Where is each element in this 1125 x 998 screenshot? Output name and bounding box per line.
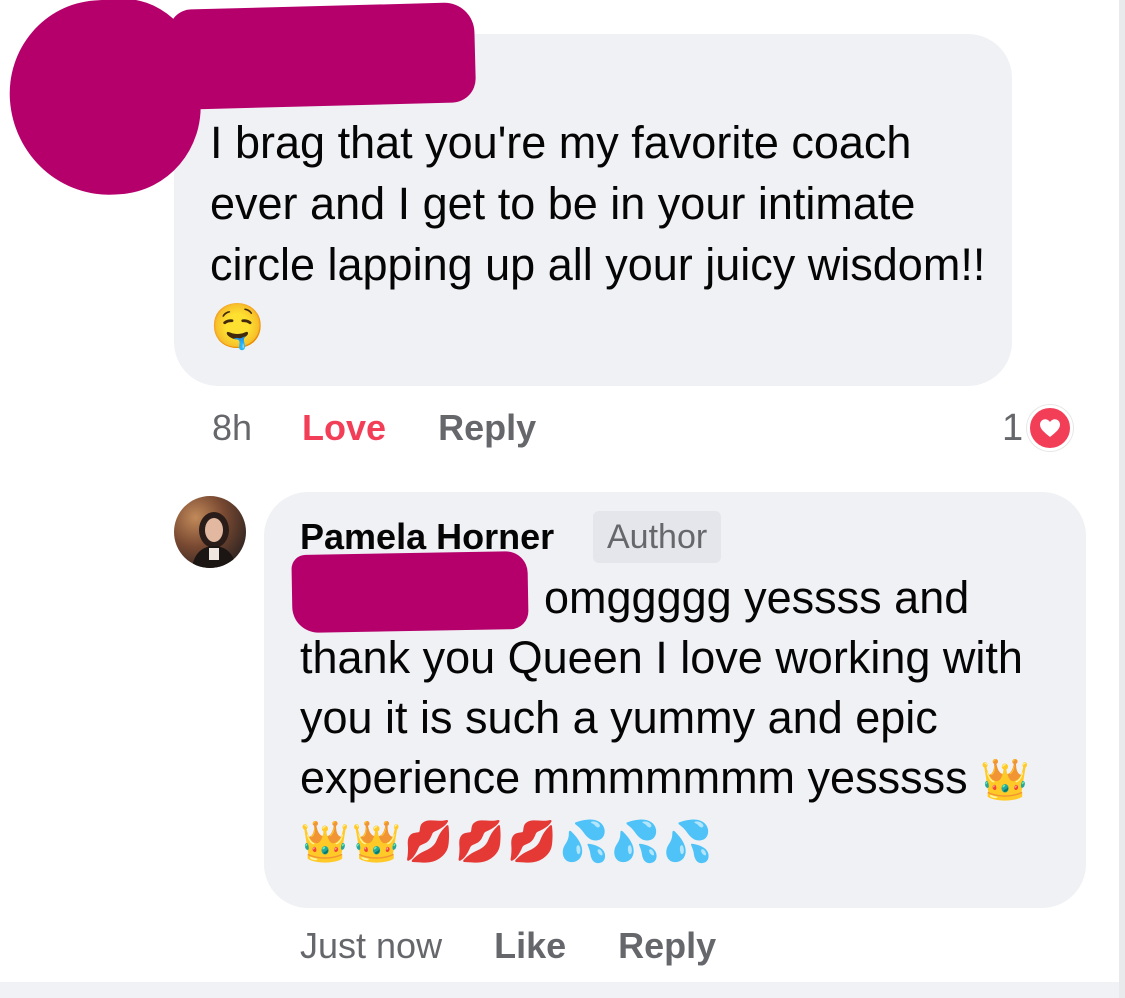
reaction-count: 1 [1002,406,1024,449]
comment-timestamp: 8h [212,407,253,448]
reaction-summary[interactable]: 1 [1002,400,1074,456]
comment-text: I brag that you're my favorite coach eve… [210,117,986,351]
author-badge: Author [593,511,722,563]
love-reaction-button[interactable]: Love [302,407,386,449]
reply-button[interactable]: Reply [618,925,716,967]
reply-timestamp: Just now [300,925,443,966]
scrollbar-track [1119,0,1125,998]
heart-icon [1027,405,1074,451]
drooling-face-emoji: 🤤 [210,302,265,351]
author-avatar[interactable] [174,496,246,568]
reply-button[interactable]: Reply [438,407,536,449]
like-button[interactable]: Like [494,925,566,967]
comment-actions: 8h Love Reply [212,400,536,456]
reply-actions: Just now Like Reply [300,918,716,974]
redacted-author-name [168,2,477,110]
redacted-mention [291,550,529,634]
divider [0,982,1125,998]
